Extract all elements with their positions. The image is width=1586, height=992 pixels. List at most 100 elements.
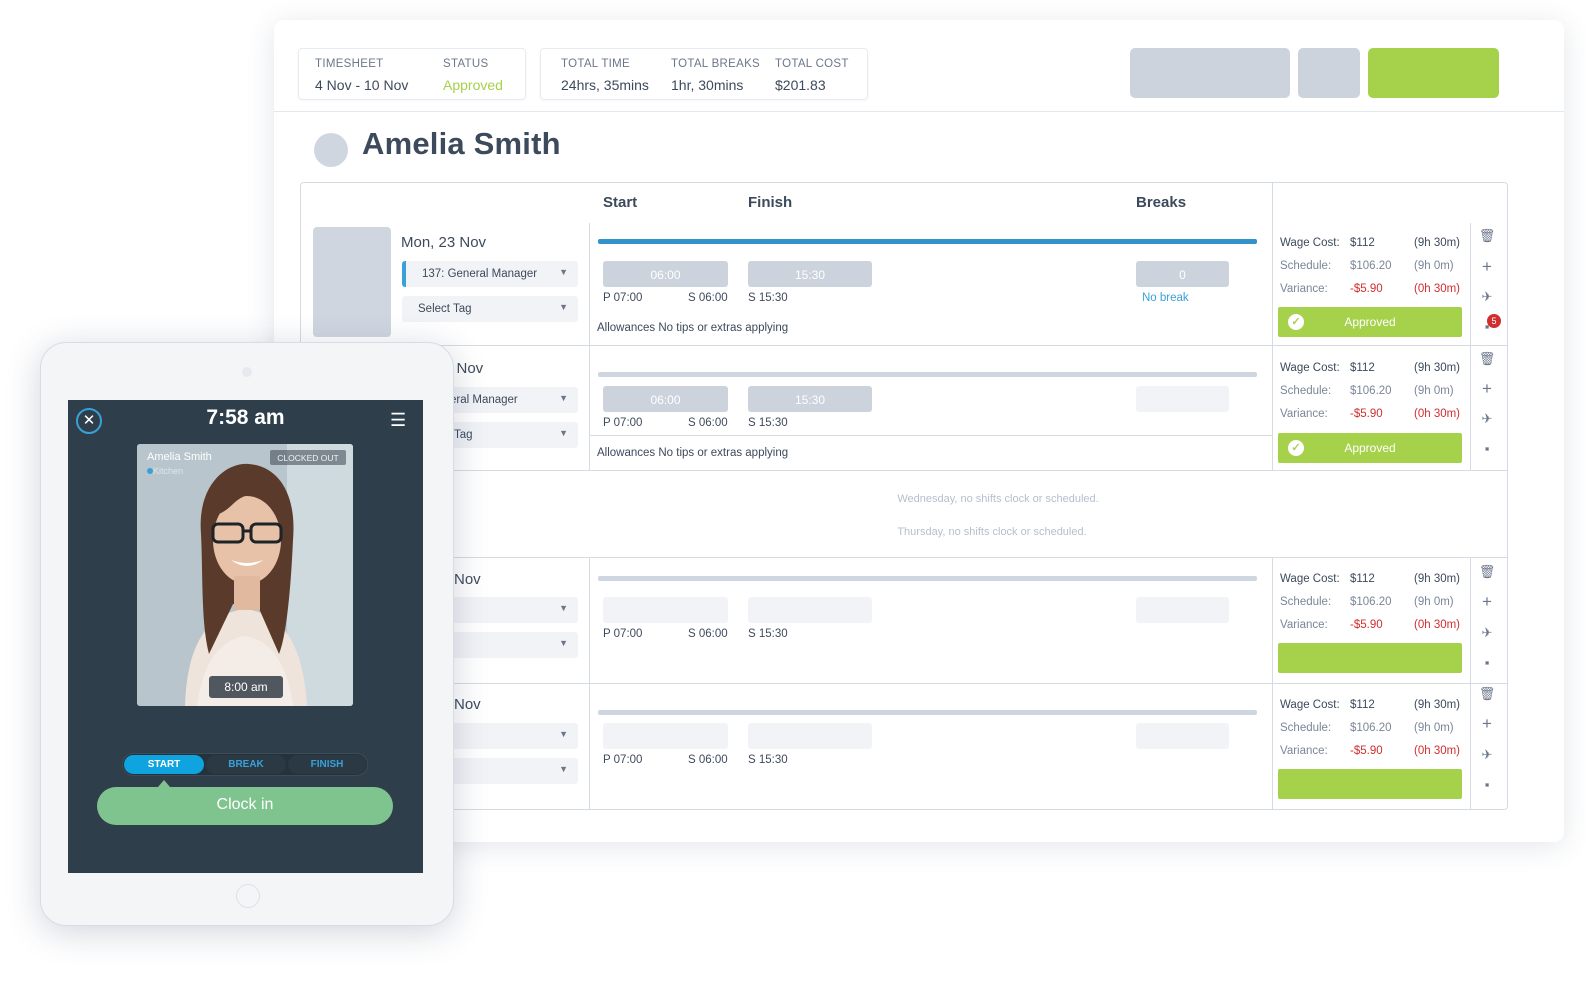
role-select[interactable]: 137: General Manager ▼: [402, 261, 578, 287]
variance-label: Variance:: [1280, 619, 1328, 631]
scheduled-start: S 06:00: [688, 628, 728, 640]
kiosk-screen: ✕ 7:58 am ☰ Amelia Smith Kitchen CLOCKED…: [68, 400, 423, 873]
start-time-input[interactable]: [603, 597, 728, 623]
planned-start: P 07:00: [603, 292, 643, 304]
action-button-1[interactable]: [1130, 48, 1290, 98]
tab-finish[interactable]: FINISH: [288, 755, 366, 774]
clock-in-button[interactable]: Clock in: [97, 787, 393, 825]
check-icon: ✓: [1288, 314, 1304, 330]
trash-icon[interactable]: 🗑: [1478, 686, 1496, 702]
approved-label: Approved: [1344, 441, 1396, 455]
plus-icon[interactable]: +: [1478, 714, 1496, 734]
scheduled-finish: S 15:30: [748, 292, 788, 304]
comment-icon[interactable]: ▪: [1478, 441, 1496, 456]
tag-select-value: Select Tag: [418, 303, 472, 315]
divider: [1272, 183, 1273, 470]
wage-cost-label: Wage Cost:: [1280, 237, 1340, 249]
finish-time-input[interactable]: 15:30: [748, 386, 872, 412]
chevron-down-icon: ▼: [559, 267, 568, 277]
approved-button[interactable]: ✓ Approved: [1278, 307, 1462, 337]
role-select[interactable]: ▼: [444, 597, 578, 623]
approved-button[interactable]: ✓ Approved: [1278, 433, 1462, 463]
break-input[interactable]: [1136, 597, 1229, 623]
approve-button[interactable]: [1368, 48, 1499, 98]
row-divider: [589, 435, 1272, 436]
trash-icon[interactable]: 🗑: [1478, 564, 1496, 580]
kiosk-clock: 7:58 am: [206, 406, 285, 429]
variance-hours: (0h 30m): [1414, 283, 1461, 295]
finish-time-input[interactable]: 15:30: [748, 261, 872, 287]
day-label: Mon, 23 Nov: [401, 234, 487, 251]
clock-status-badge: CLOCKED OUT: [270, 450, 346, 465]
schedule-value: $106.20: [1350, 385, 1392, 397]
totals-summary: TOTAL TIME 24hrs, 35mins TOTAL BREAKS 1h…: [540, 48, 868, 100]
wage-hours: (9h 30m): [1414, 237, 1461, 249]
approve-shift-button[interactable]: [1278, 643, 1462, 673]
wage-cost-value: $112: [1350, 573, 1375, 585]
divider: [1470, 223, 1471, 470]
schedule-hours: (9h 0m): [1414, 260, 1454, 272]
action-button-2[interactable]: [1298, 48, 1360, 98]
tag-select[interactable]: Select Tag ▼: [402, 296, 578, 322]
tab-start[interactable]: START: [124, 755, 204, 774]
total-time-value: 24hrs, 35mins: [561, 77, 649, 93]
variance-label: Variance:: [1280, 745, 1328, 757]
schedule-hours: (9h 0m): [1414, 385, 1454, 397]
tag-select-value: Tag: [454, 429, 473, 441]
plane-icon[interactable]: ✈: [1478, 747, 1496, 763]
start-time-input[interactable]: [603, 723, 728, 749]
tag-select[interactable]: ▼: [444, 632, 578, 658]
plus-icon[interactable]: +: [1478, 257, 1496, 277]
variance-value: -$5.90: [1350, 745, 1383, 757]
break-input[interactable]: [1136, 723, 1229, 749]
chevron-down-icon: ▼: [559, 729, 568, 739]
plane-icon[interactable]: ✈: [1478, 625, 1496, 641]
chevron-down-icon: ▼: [559, 302, 568, 312]
scheduled-start: S 06:00: [688, 754, 728, 766]
start-time-input[interactable]: 06:00: [603, 386, 728, 412]
employee-name: Amelia Smith: [362, 126, 561, 161]
total-cost-label: TOTAL COST: [775, 58, 849, 70]
trash-icon[interactable]: 🗑: [1478, 351, 1496, 367]
comment-icon[interactable]: ▪: [1478, 655, 1496, 670]
wage-cost-value: $112: [1350, 237, 1375, 249]
finish-time-input[interactable]: [748, 723, 872, 749]
menu-icon[interactable]: ☰: [390, 410, 406, 431]
role-select[interactable]: eral Manager ▼: [444, 387, 578, 413]
variance-value: -$5.90: [1350, 283, 1383, 295]
shift-timeline-bar: [598, 576, 1257, 581]
plane-icon[interactable]: ✈: [1478, 289, 1496, 305]
timesheet-table: Start Finish Breaks Mon, 23 Nov 137: Gen…: [300, 182, 1508, 810]
trash-icon[interactable]: 🗑: [1478, 228, 1496, 244]
tag-select[interactable]: Tag ▼: [444, 422, 578, 448]
tab-break[interactable]: BREAK: [206, 755, 286, 774]
finish-time-input[interactable]: [748, 597, 872, 623]
kiosk-employee-name: Amelia Smith: [147, 451, 212, 463]
break-input[interactable]: 0: [1136, 261, 1229, 287]
approve-shift-button[interactable]: [1278, 769, 1462, 799]
timesheet-label: TIMESHEET: [315, 58, 384, 70]
schedule-label: Schedule:: [1280, 596, 1332, 608]
shift-timeline-bar: [598, 239, 1257, 244]
wage-hours: (9h 30m): [1414, 573, 1461, 585]
comment-count-badge: 5: [1487, 314, 1501, 328]
home-button[interactable]: [236, 884, 260, 908]
plus-icon[interactable]: +: [1478, 379, 1496, 399]
break-input[interactable]: [1136, 386, 1229, 412]
allowances-text: Allowances No tips or extras applying: [597, 322, 789, 334]
start-time-input[interactable]: 06:00: [603, 261, 728, 287]
no-shift-wednesday: Wednesday, no shifts clock or scheduled.: [897, 493, 1099, 505]
plus-icon[interactable]: +: [1478, 592, 1496, 612]
planned-start: P 07:00: [603, 417, 643, 429]
role-select[interactable]: ▼: [444, 723, 578, 749]
scheduled-start: S 06:00: [688, 417, 728, 429]
wage-hours: (9h 30m): [1414, 362, 1461, 374]
tab-pointer: [158, 780, 170, 787]
schedule-hours: (9h 0m): [1414, 722, 1454, 734]
tablet-camera: [242, 367, 252, 377]
start-column-header: Start: [603, 194, 638, 211]
plane-icon[interactable]: ✈: [1478, 411, 1496, 427]
day-label: Nov: [454, 571, 481, 588]
tag-select[interactable]: ▼: [444, 758, 578, 784]
comment-icon[interactable]: ▪: [1478, 777, 1496, 792]
